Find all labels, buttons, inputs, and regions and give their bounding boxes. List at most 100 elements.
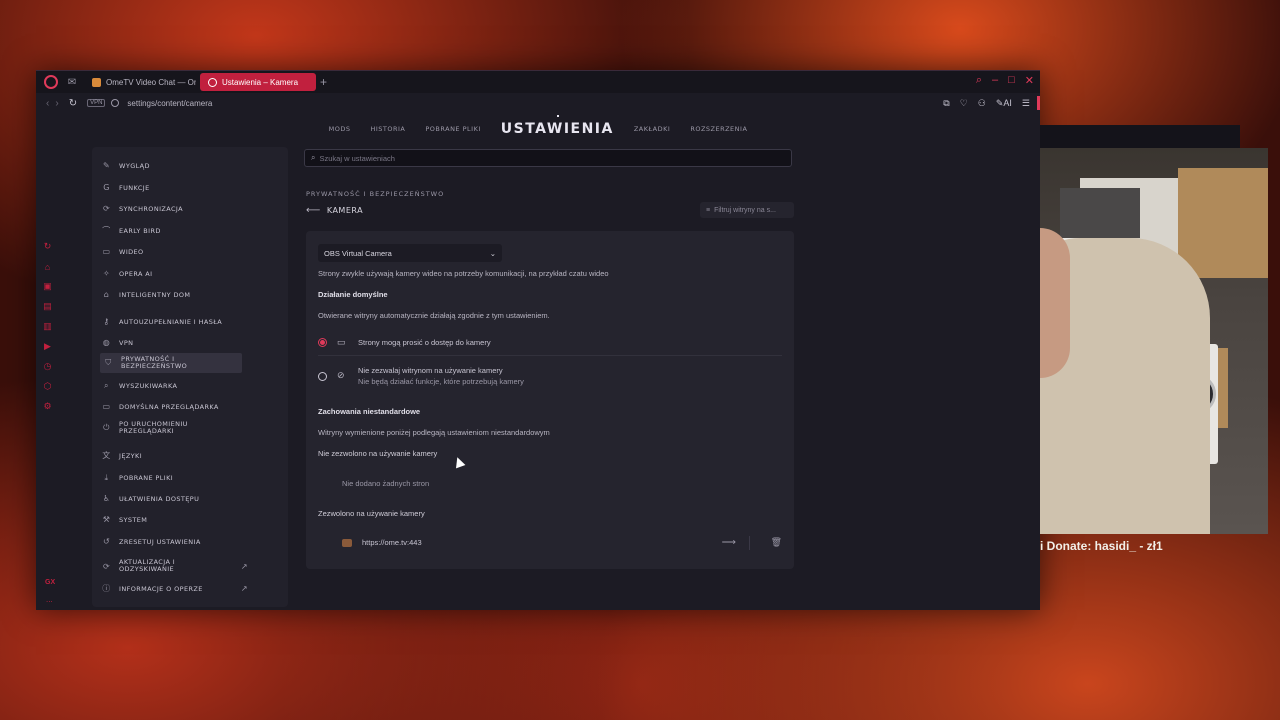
info-icon: ⓘ [102,584,111,593]
gx-icon[interactable]: GX [45,579,55,586]
more-icon[interactable]: ... [46,595,53,604]
menu-item-update[interactable]: ⟳ AKTUALIZACJA I ODZYSKIWANIE ↗ [102,559,248,573]
language-icon: 文 [102,451,111,460]
webcam-overlay [1040,148,1268,534]
reload-icon[interactable]: ↻ [69,98,77,109]
settings-search-input[interactable]: ⌕ Szukaj w ustawieniach [304,149,792,167]
camera-settings-panel: OBS Virtual Camera ⌄ Strony zwykle używa… [306,231,794,569]
opera-logo-icon[interactable] [44,75,58,89]
camera-description: Strony zwykle używają kamery wideo na po… [318,269,609,278]
camera-select[interactable]: OBS Virtual Camera ⌄ [318,244,502,262]
twitch-like-icon[interactable]: ▣ [42,281,53,292]
back-icon[interactable]: ‹ [46,98,49,109]
option-block-sublabel: Nie będą działać funkcje, które potrzebu… [358,377,524,386]
accessibility-icon: ♿ [102,494,111,503]
menu-item-about[interactable]: ⓘ INFORMACJE O OPERZE ↗ [102,584,247,593]
menu-item-smart-home[interactable]: ⌂ INTELIGENTNY DOM [102,290,244,299]
menu-item-default-browser[interactable]: ▭ DOMYŚLNA PRZEGLĄDARKA [102,402,244,411]
shopping-icon[interactable]: ⌂ [42,261,53,272]
custom-behavior-heading: Zachowania niestandardowe [318,407,421,416]
forward-icon[interactable]: › [55,98,58,109]
menu-item-system[interactable]: ⚒ SYSTEM [102,515,244,524]
trash-icon[interactable]: 🗑 [771,537,782,548]
new-tab-button[interactable]: + [320,75,327,89]
sidebar-icons: ↻ ⌂ ▣ ▤ ▥ ▶ ◷ ⬡ ⚙ [42,241,53,412]
site-info-icon[interactable] [111,99,120,107]
search-tabs-icon[interactable]: ⌕ [976,74,982,87]
tab-menu-icon[interactable]: ✉ [64,74,80,90]
settings-icon[interactable]: ⚙ [42,401,53,412]
account-icon[interactable]: ⚇ [978,98,986,109]
download-icon: ⤓ [104,472,109,482]
menu-item-autofill[interactable]: ⚷ AUTOUZUPEŁNIANIE I HASŁA [102,317,244,326]
back-button[interactable]: ⟵ KAMERA [306,205,363,216]
menu-icon[interactable]: ☰ [1022,98,1030,109]
menu-item-accessibility[interactable]: ♿ UŁATWIENIA DOSTĘPU [102,494,244,503]
webcam-shelf [1060,188,1140,238]
allowed-site-url: https://ome.tv:443 [362,538,422,547]
webcam-border [1040,125,1240,148]
external-link-icon: ↗ [240,561,248,571]
video-icon: ▭ [102,247,111,256]
search-placeholder: Szukaj w ustawieniach [319,153,395,163]
ai-label: AI [1003,97,1012,108]
menu-item-search-engine[interactable]: ⌕ WYSZUKIWARKA [102,381,244,390]
allowed-site-row[interactable]: https://ome.tv:443 ⟶ 🗑 [342,535,782,550]
minimize-icon[interactable]: – [992,74,998,87]
menu-item-features[interactable]: G FUNKCJE [102,183,244,192]
extensions-icon[interactable]: ⬡ [42,381,53,392]
tab-ometv[interactable]: OmeTV Video Chat — Ome [84,73,196,91]
heart-icon[interactable]: ♡ [960,98,968,109]
twitch-icon[interactable]: ▥ [42,321,53,332]
menu-item-vpn[interactable]: ◍ VPN [102,338,244,347]
vpn-badge[interactable]: VPN [87,99,106,107]
radio-allow[interactable] [318,338,327,347]
arrow-right-icon[interactable]: ⟶ [722,537,736,548]
nav-extensions[interactable]: ROZSZERZENIA [690,125,747,133]
filter-sites-input[interactable]: ≡ Filtruj witryny na s... [700,202,794,218]
snapshot-icon[interactable]: ⧉ [943,98,949,109]
option-allow[interactable]: ▭ Strony mogą prosić o dostęp do kamery [318,337,491,348]
breadcrumb[interactable]: PRYWATNOŚĆ I BEZPIECZEŃSTWO [306,190,444,198]
menu-item-on-startup[interactable]: ⏻ PO URUCHOMIENIU PRZEGLĄDARKI [102,421,244,435]
wrench-icon: ⚒ [102,515,111,524]
menu-item-sync[interactable]: ⟳ SYNCHRONIZACJA [102,204,244,213]
allowed-heading: Zezwolono na używanie kamery [318,509,425,518]
section-title: KAMERA [326,206,364,215]
settings-favicon-icon [208,77,217,87]
nav-downloads[interactable]: POBRANE PLIKI [425,125,480,133]
nav-mods[interactable]: MODS [329,125,351,133]
divider [318,355,782,356]
shield-icon: ⛉ [105,358,112,367]
menu-item-languages[interactable]: 文 JĘZYKI [102,451,244,460]
chevron-down-icon: ⌄ [489,248,496,258]
nav-bookmarks[interactable]: ZAKŁADKI [634,125,670,133]
maximize-icon[interactable]: □ [1008,74,1015,87]
player-icon[interactable]: ▶ [42,341,53,352]
close-icon[interactable]: ✕ [1025,74,1034,87]
discord-icon[interactable]: ▤ [42,301,53,312]
option-block-text: Nie zezwalaj witrynom na używanie kamery… [358,366,524,386]
default-behavior-desc: Otwierane witryny automatycznie działają… [318,311,550,320]
menu-item-appearance[interactable]: ✎ WYGLĄD [102,161,244,170]
menu-item-reset[interactable]: ↺ ZRESETUJ USTAWIENIA [102,537,244,546]
window-controls: ⌕ – □ ✕ [976,74,1034,87]
option-block[interactable]: ⊘ Nie zezwalaj witrynom na używanie kame… [318,366,524,386]
refresh-icon[interactable]: ↻ [42,241,53,252]
browser-icon: ▭ [102,402,111,411]
ometv-favicon-icon [92,77,101,87]
nav-history[interactable]: HISTORIA [370,125,405,133]
menu-item-privacy[interactable]: ⛉ PRYWATNOŚĆ I BEZPIECZEŃSTWO [100,353,242,373]
tab-label: Ustawienia – Kamera [222,77,299,87]
search-icon: ⌕ [311,153,316,162]
menu-item-downloads[interactable]: ⤓ POBRANE PLIKI [102,473,244,482]
tab-settings-camera[interactable]: Ustawienia – Kamera [200,73,316,91]
ai-button[interactable]: ✎AI [996,98,1012,109]
url-field[interactable]: settings/content/camera [127,99,212,108]
radio-block[interactable] [318,372,327,381]
history-icon[interactable]: ◷ [42,361,53,372]
webcam-cabinet [1178,168,1268,278]
menu-item-early-bird[interactable]: ⌒ EARLY BIRD [102,226,244,235]
menu-item-opera-ai[interactable]: ✧ OPERA AI [102,269,244,278]
menu-item-video[interactable]: ▭ WIDEO [102,247,244,256]
